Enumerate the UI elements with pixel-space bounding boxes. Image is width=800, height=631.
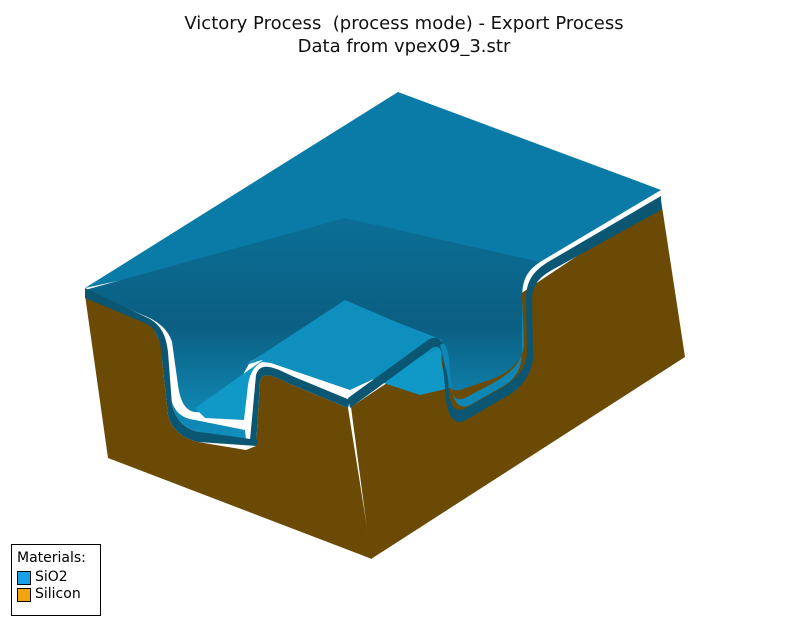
legend-label-silicon: Silicon <box>35 586 81 602</box>
sio2-swatch <box>17 570 31 585</box>
silicon-swatch <box>17 587 31 602</box>
legend-heading: Materials: <box>17 550 86 566</box>
legend-label-sio2: SiO2 <box>35 569 68 585</box>
legend-item-sio2: SiO2 <box>17 569 100 586</box>
process-structure-3d <box>85 92 685 559</box>
legend-item-silicon: Silicon <box>17 586 100 603</box>
materials-legend: Materials: SiO2 Silicon <box>11 544 101 616</box>
